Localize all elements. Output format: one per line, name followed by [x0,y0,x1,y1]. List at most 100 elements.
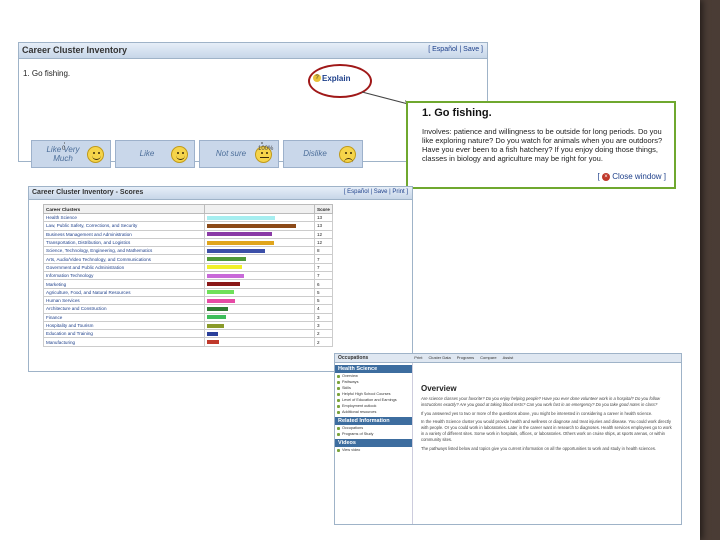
scores-language-links[interactable]: [ Español | Save | Print ] [344,189,408,195]
cluster-name-link[interactable]: Arts, Audio/Video Technology, and Commun… [43,254,205,264]
cluster-name-link[interactable]: Health Science [43,212,205,223]
score-value: 12 [314,237,333,248]
close-window-button[interactable]: [ × Close window ] [598,172,667,181]
score-bar-cell [204,337,315,347]
tab-assist[interactable]: Assist [500,354,517,361]
tab-print[interactable]: Print [411,354,425,361]
choice-dislike-button[interactable]: Dislike [283,140,363,168]
col-cluster-header: Career Clusters [43,204,205,214]
tab-occupations[interactable]: Occupations [335,354,371,362]
cluster-name-link[interactable]: Education and Training [43,329,205,339]
score-value: 12 [314,229,333,239]
sidebar-item[interactable]: View video [335,447,412,453]
score-bar [207,331,218,336]
sidebar-item[interactable]: Additional resources [335,409,412,415]
score-bar-cell [204,237,315,248]
score-bar-cell [204,329,315,339]
score-bar-cell [204,212,315,223]
cluster-name-link[interactable]: Information Technology [43,271,205,281]
score-row: Hospitality and Tourism 3 [43,320,333,331]
happy-face-icon [171,146,188,163]
cluster-name-link[interactable]: Architecture and Construction [43,304,205,314]
score-bar-cell [204,271,315,281]
scale-max-label: 100% [258,146,274,152]
score-bar [207,248,265,253]
score-bar [207,265,242,270]
sidebar-item[interactable]: Programs of Study [335,431,412,437]
score-value: 2 [314,329,333,339]
score-bar-cell [204,312,315,322]
overview-paragraph-1: If you answered yes to two or more of th… [421,410,653,416]
score-bar-cell [204,279,315,289]
scores-table: Career Clusters Score Health Science 13 La… [43,204,333,347]
score-bar [207,282,240,287]
cluster-name-link[interactable]: Finance [43,312,205,322]
score-bar-cell [204,254,315,264]
cluster-name-link[interactable]: Manufacturing [43,337,205,347]
cluster-name-link[interactable]: Science, Technology, Engineering, and Ma… [43,246,205,256]
overview-questions: Are science classes your favorite? Do yo… [421,396,661,407]
popup-body: Involves: patience and willingness to be… [422,127,663,163]
score-row: Agriculture, Food, and Natural Resources… [43,287,333,297]
col-bar-header [204,204,315,214]
inventory-header: Career Cluster Inventory [ Español | Sav… [19,43,487,59]
score-value: 3 [314,320,333,331]
inventory-title: Career Cluster Inventory [22,45,128,55]
score-value: 7 [314,262,333,273]
tab-bar: Occupations Print Cluster Data Programs Comp… [335,354,681,363]
score-value: 4 [314,304,333,314]
cluster-name-link[interactable]: Marketing [43,279,205,289]
score-value: 7 [314,271,333,281]
language-links[interactable]: [ Español | Save ] [428,46,483,53]
score-row: Arts, Audio/Video Technology, and Commun… [43,254,333,264]
tab-programs[interactable]: Programs [454,354,477,361]
cluster-name-link[interactable]: Law, Public Safety, Corrections, and Sec… [43,221,205,231]
score-bar [207,240,275,245]
score-row: Transportation, Distribution, and Logist… [43,237,333,248]
sad-face-icon [339,146,356,163]
score-bar [207,290,235,295]
popup-heading: 1. Go fishing. [422,107,492,119]
happy-face-icon [87,146,104,163]
score-bar [207,273,244,278]
score-bar-cell [204,221,315,231]
overview-title: Overview [421,384,457,393]
score-value: 5 [314,295,333,306]
scores-header: Career Cluster Inventory - Scores [ Espa… [29,187,412,200]
progress-scale [64,142,263,144]
slide: Career Cluster Inventory [ Español | Sav… [0,0,700,540]
explain-popup: 1. Go fishing. Involves: patience and wi… [406,101,676,189]
explain-link[interactable]: Explain [322,74,350,83]
cluster-name-link[interactable]: Transportation, Distribution, and Logist… [43,237,205,248]
score-bar-cell [204,287,315,297]
score-bar [207,215,276,220]
cluster-name-link[interactable]: Human Services [43,295,205,306]
score-value: 6 [314,279,333,289]
score-value: 7 [314,254,333,264]
scores-title: Career Cluster Inventory - Scores [32,189,144,196]
score-row: Health Science 13 [43,212,333,223]
help-icon: ? [313,74,321,82]
score-bar [207,223,297,228]
tab-cluster-data[interactable]: Cluster Data [426,354,454,361]
col-score-header: Score [314,204,333,214]
cluster-name-link[interactable]: Agriculture, Food, and Natural Resources [43,287,205,297]
score-bar-cell [204,262,315,273]
score-bar [207,340,219,345]
score-value: 5 [314,287,333,297]
cluster-name-link[interactable]: Government and Public Administration [43,262,205,273]
cluster-name-link[interactable]: Hospitality and Tourism [43,320,205,331]
cluster-name-link[interactable]: Business Management and Administration [43,229,205,239]
scale-min-label: 0 [62,146,66,152]
score-value: 8 [314,246,333,256]
close-label: Close window [612,172,662,181]
score-row: Marketing 6 [43,279,333,289]
choice-label: Like [139,149,155,158]
overview-content: Overview Are science classes your favori… [421,384,676,451]
score-bar [207,306,228,311]
score-bar [207,257,246,262]
health-science-panel: Occupations Print Cluster Data Programs Comp… [334,353,682,525]
score-value: 2 [314,337,333,347]
score-value: 13 [314,221,333,231]
tab-compare[interactable]: Compare [477,354,499,361]
